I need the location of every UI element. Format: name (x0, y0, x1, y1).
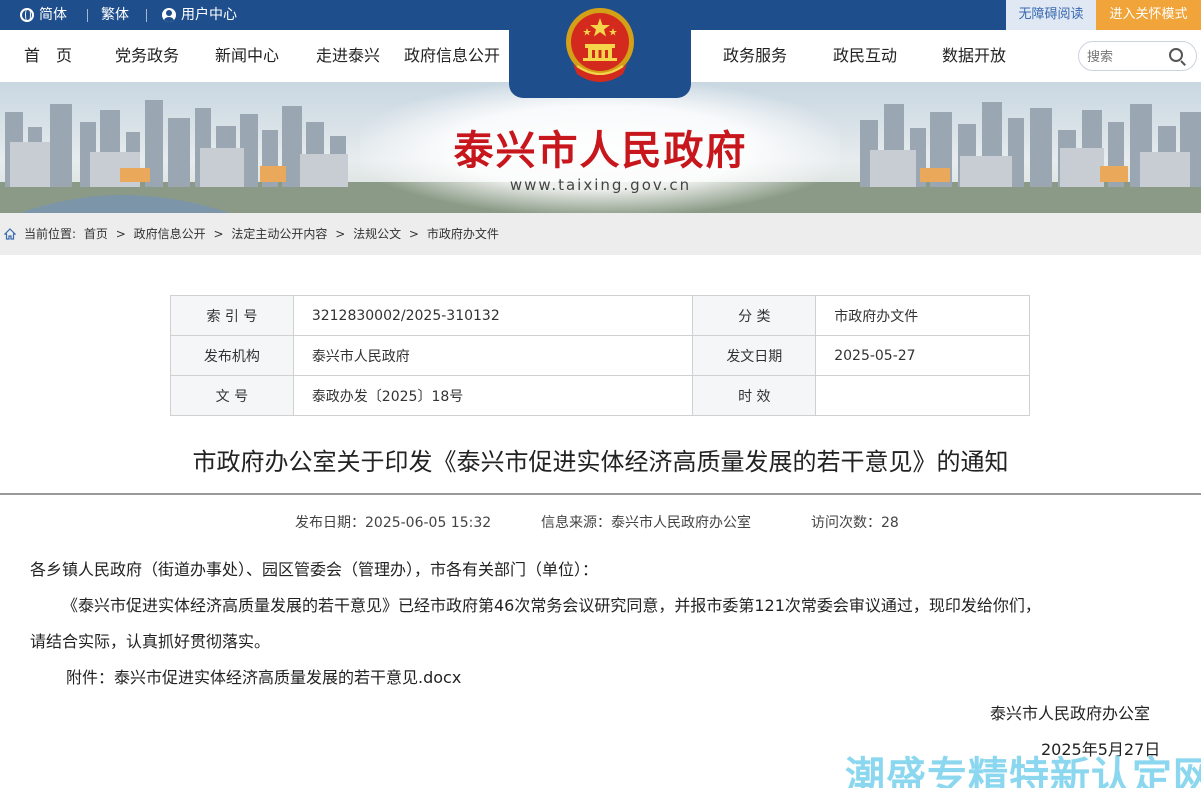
validity-value (815, 375, 1030, 416)
nav-gov-info-public[interactable]: 政府信息公开 (404, 30, 500, 82)
breadcrumb-trail: 当前位置: 首页 > 政府信息公开 > 法定主动公开内容 > 法规公文 > 市政… (24, 213, 503, 255)
doc-number-value: 泰政办发〔2025〕18号 (292, 375, 694, 416)
nav-home[interactable]: 首 页 (24, 30, 72, 82)
nav-citizen-interaction[interactable]: 政民互动 (833, 30, 897, 82)
search-box (1078, 41, 1197, 71)
user-center-link[interactable]: 用户中心 (162, 0, 237, 30)
traditional-chinese-link[interactable]: 繁体 (101, 0, 129, 30)
attachment-line: 附件：泰兴市促进实体经济高质量发展的若干意见.docx (66, 664, 461, 688)
breadcrumb-separator: > (408, 227, 419, 241)
divider (87, 9, 88, 22)
accessible-reading-button[interactable]: 无障碍阅读 (1006, 0, 1096, 30)
body-line-2: 请结合实际，认真抓好贯彻落实。 (30, 632, 271, 651)
table-row: 索 引 号 3212830002/2025-310132 分 类 市政府办文件 (170, 295, 1030, 336)
traditional-label: 繁体 (101, 7, 129, 23)
user-center-label: 用户中心 (181, 7, 237, 23)
care-mode-button[interactable]: 进入关怀模式 (1096, 0, 1201, 30)
table-row: 发布机构 泰兴市人民政府 发文日期 2025-05-27 (170, 335, 1030, 376)
breadcrumb-item-office-docs[interactable]: 市政府办文件 (427, 227, 499, 241)
publish-date: 发布日期：2025-06-05 15:32 (295, 515, 492, 531)
globe-icon (20, 8, 34, 22)
category-value: 市政府办文件 (815, 295, 1030, 336)
home-icon (4, 228, 16, 240)
breadcrumb-item-gov-info[interactable]: 政府信息公开 (134, 227, 206, 241)
breadcrumb-separator: > (213, 227, 224, 241)
body-line-1: 《泰兴市促进实体经济高质量发展的若干意见》已经市政府第46次常务会议研究同意，并… (62, 596, 1041, 615)
category-label: 分 类 (692, 295, 817, 336)
site-banner: 泰兴市人民政府 www.taixing.gov.cn (0, 82, 1201, 213)
breadcrumb: 当前位置: 首页 > 政府信息公开 > 法定主动公开内容 > 法规公文 > 市政… (0, 213, 1201, 255)
salutation-text: 各乡镇人民政府（街道办事处）、园区管委会（管理办），市各有关部门（单位）： (30, 560, 599, 579)
simplified-chinese-link[interactable]: 简体 (20, 0, 67, 30)
user-icon (162, 8, 176, 22)
document-meta-table: 索 引 号 3212830002/2025-310132 分 类 市政府办文件 … (170, 295, 1030, 416)
issue-date-label: 发文日期 (692, 335, 817, 376)
site-watermark: 潮盛专精特新认定网 (845, 754, 1201, 788)
index-number-label: 索 引 号 (170, 295, 294, 336)
breadcrumb-label: 当前位置: (24, 227, 77, 241)
simplified-label: 简体 (39, 7, 67, 23)
attachment-label: 附件： (66, 668, 115, 687)
breadcrumb-item-regulations[interactable]: 法规公文 (353, 227, 401, 241)
nav-party-affairs[interactable]: 党务政务 (115, 30, 179, 82)
issue-date-value: 2025-05-27 (815, 335, 1030, 376)
table-row: 文 号 泰政办发〔2025〕18号 时 效 (170, 375, 1030, 416)
publisher-label: 发布机构 (170, 335, 294, 376)
breadcrumb-item-home[interactable]: 首页 (84, 227, 108, 241)
title-divider (0, 493, 1201, 495)
national-emblem-tab (509, 0, 691, 98)
nav-news-center[interactable]: 新闻中心 (215, 30, 279, 82)
breadcrumb-item-statutory[interactable]: 法定主动公开内容 (231, 227, 327, 241)
divider (146, 9, 147, 22)
national-emblem-icon (566, 8, 634, 82)
signature-text: 泰兴市人民政府办公室 (990, 704, 1151, 723)
breadcrumb-separator: > (115, 227, 126, 241)
nav-about-taixing[interactable]: 走进泰兴 (316, 30, 380, 82)
breadcrumb-separator: > (335, 227, 346, 241)
search-input[interactable] (1087, 47, 1167, 67)
nav-open-data[interactable]: 数据开放 (942, 30, 1006, 82)
nav-gov-services[interactable]: 政务服务 (723, 30, 787, 82)
search-icon[interactable] (1169, 48, 1183, 62)
site-url: www.taixing.gov.cn (509, 176, 692, 194)
attachment-link[interactable]: 泰兴市促进实体经济高质量发展的若干意见.docx (114, 668, 461, 687)
view-count: 访问次数：28 (811, 515, 899, 531)
info-source: 信息来源：泰兴市人民政府办公室 (541, 515, 751, 531)
doc-number-label: 文 号 (170, 375, 294, 416)
index-number-value: 3212830002/2025-310132 (292, 295, 694, 336)
site-title: 泰兴市人民政府 (453, 127, 748, 174)
document-title: 市政府办公室关于印发《泰兴市促进实体经济高质量发展的若干意见》的通知 (192, 448, 1009, 476)
publisher-value: 泰兴市人民政府 (292, 335, 694, 376)
validity-label: 时 效 (692, 375, 817, 416)
